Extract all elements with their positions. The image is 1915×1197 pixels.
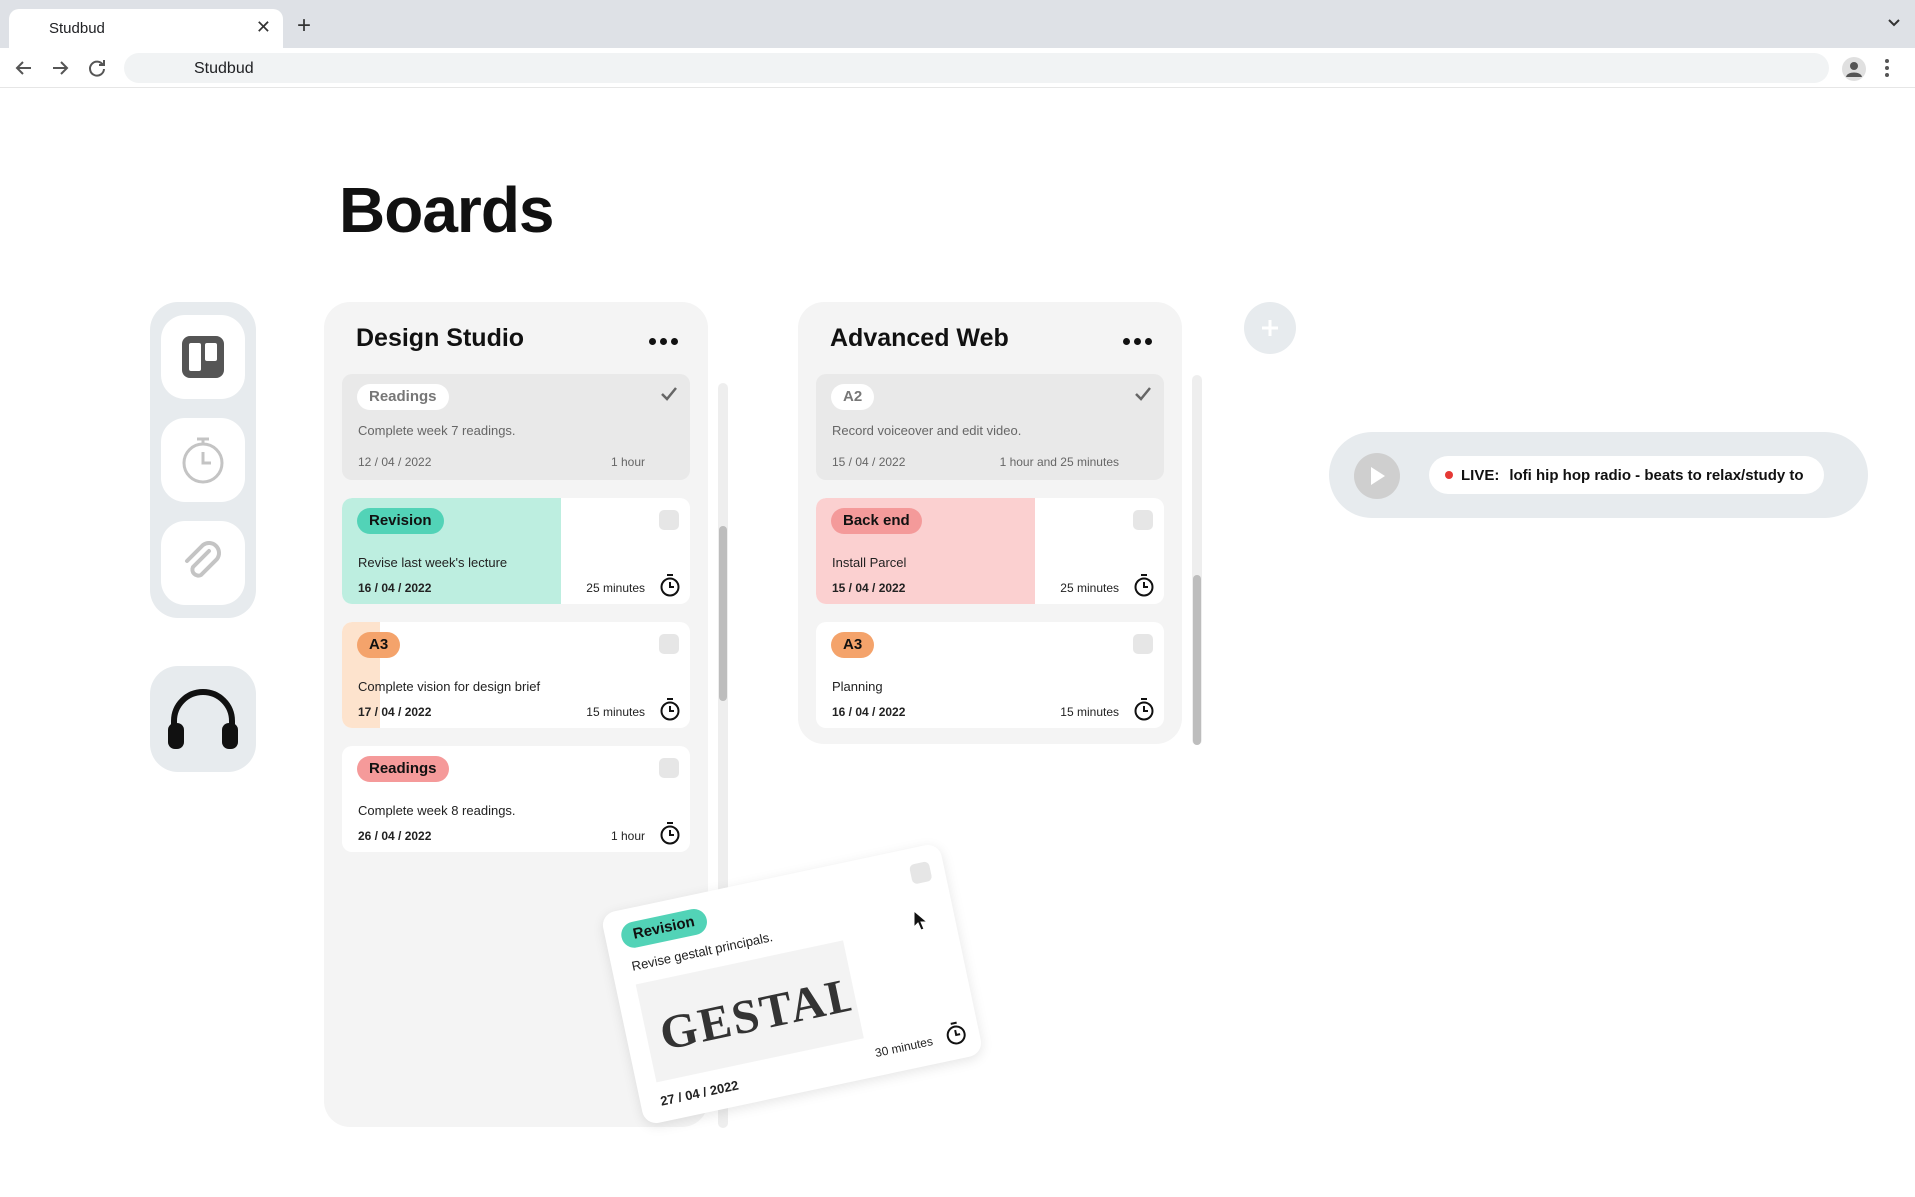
task-date: 12 / 04 / 2022 <box>358 455 432 469</box>
address-text: Studbud <box>194 60 254 77</box>
task-card[interactable]: Revision Revise last week's lecture 16 /… <box>342 498 690 604</box>
sidebar-item-timer[interactable] <box>161 418 245 502</box>
task-duration: 1 hour and 25 minutes <box>999 455 1119 469</box>
live-stream-pill[interactable]: LIVE: lofi hip hop radio - beats to rela… <box>1429 456 1824 494</box>
profile-avatar-icon[interactable] <box>1842 57 1866 81</box>
browser-tab[interactable]: Studbud ✕ <box>9 9 283 48</box>
new-tab-button[interactable]: + <box>297 14 311 38</box>
task-duration: 25 minutes <box>586 581 645 595</box>
reload-icon[interactable] <box>86 57 108 79</box>
sidebar-item-boards[interactable] <box>161 315 245 399</box>
task-tag: Readings <box>357 756 449 782</box>
task-tag: A2 <box>831 384 875 410</box>
task-checkbox[interactable] <box>1133 510 1153 530</box>
sidebar-item-resources[interactable] <box>161 521 245 605</box>
tab-search-chevron-icon[interactable] <box>1887 18 1901 28</box>
task-duration: 30 minutes <box>873 1034 935 1061</box>
check-icon[interactable] <box>1134 386 1152 402</box>
task-description: Complete vision for design brief <box>358 679 541 694</box>
task-duration: 1 hour <box>610 829 645 843</box>
task-date: 26 / 04 / 2022 <box>358 829 432 843</box>
task-duration: 1 hour <box>610 455 645 469</box>
stopwatch-icon[interactable] <box>659 697 681 721</box>
stopwatch-icon[interactable] <box>1133 697 1155 721</box>
live-label: LIVE: <box>1461 466 1500 484</box>
stopwatch-icon <box>182 437 224 484</box>
back-arrow-icon[interactable] <box>13 57 35 79</box>
task-date: 15 / 04 / 2022 <box>832 455 906 469</box>
stopwatch-icon[interactable] <box>659 573 681 597</box>
gestalt-graphic: GESTALT <box>655 961 855 1061</box>
task-description: Install Parcel <box>832 555 907 570</box>
task-duration: 25 minutes <box>1060 581 1119 595</box>
forward-arrow-icon[interactable] <box>49 57 71 79</box>
browser-tabstrip: Studbud ✕ + <box>0 0 1915 48</box>
task-card[interactable]: Back end Install Parcel 15 / 04 / 2022 2… <box>816 498 1164 604</box>
music-toggle-button[interactable] <box>150 666 256 772</box>
task-date: 17 / 04 / 2022 <box>358 705 432 719</box>
stopwatch-icon[interactable] <box>1133 573 1155 597</box>
browser-toolbar: Studbud <box>0 48 1915 88</box>
task-description: Planning <box>832 679 883 694</box>
task-card[interactable]: A3 Complete vision for design brief 17 /… <box>342 622 690 728</box>
task-date: 16 / 04 / 2022 <box>358 581 432 595</box>
stream-title: lofi hip hop radio - beats to relax/stud… <box>1509 466 1804 484</box>
task-card[interactable]: A2 Record voiceover and edit video. 15 /… <box>816 374 1164 480</box>
task-tag: Revision <box>618 906 709 951</box>
tab-close-icon[interactable]: ✕ <box>256 18 271 36</box>
play-button[interactable] <box>1354 453 1400 499</box>
scrollbar-thumb[interactable] <box>719 526 727 701</box>
stopwatch-icon[interactable] <box>943 1019 970 1047</box>
task-description: Record voiceover and edit video. <box>832 423 1022 438</box>
music-player: LIVE: lofi hip hop radio - beats to rela… <box>1329 432 1868 518</box>
task-checkbox[interactable] <box>1133 634 1153 654</box>
paperclip-icon <box>185 541 221 578</box>
task-checkbox[interactable] <box>659 634 679 654</box>
task-card[interactable]: A3 Planning 16 / 04 / 2022 15 minutes <box>816 622 1164 728</box>
plus-icon <box>1262 320 1278 336</box>
task-tag: A3 <box>357 632 401 658</box>
headphones-icon <box>168 689 238 749</box>
browser-menu-icon[interactable] <box>1884 58 1890 78</box>
task-description: Complete week 8 readings. <box>358 803 516 818</box>
task-card[interactable]: Readings Complete week 7 readings. 12 / … <box>342 374 690 480</box>
board-menu-icon[interactable] <box>649 338 678 345</box>
kanban-icon <box>182 336 224 378</box>
board-scrollbar[interactable] <box>1192 375 1202 745</box>
task-checkbox[interactable] <box>908 860 933 885</box>
task-description: Revise last week's lecture <box>358 555 508 570</box>
board-advanced-web: Advanced Web A2 Record voiceover and edi… <box>798 302 1182 744</box>
task-date: 15 / 04 / 2022 <box>832 581 906 595</box>
task-tag: Back end <box>831 508 922 534</box>
task-description: Complete week 7 readings. <box>358 423 516 438</box>
sidebar-nav <box>150 302 256 618</box>
task-date: 27 / 04 / 2022 <box>658 1077 740 1109</box>
task-checkbox[interactable] <box>659 758 679 778</box>
page-title: Boards <box>339 174 554 246</box>
board-title: Design Studio <box>356 324 525 352</box>
task-date: 16 / 04 / 2022 <box>832 705 906 719</box>
play-icon <box>1371 467 1385 485</box>
check-icon[interactable] <box>660 386 678 402</box>
add-board-button[interactable] <box>1244 302 1296 354</box>
board-menu-icon[interactable] <box>1123 338 1152 345</box>
scrollbar-thumb[interactable] <box>1193 575 1201 745</box>
live-dot-icon <box>1445 471 1453 479</box>
task-tag: A3 <box>831 632 875 658</box>
task-card[interactable]: Readings Complete week 8 readings. 26 / … <box>342 746 690 852</box>
task-duration: 15 minutes <box>586 705 645 719</box>
stopwatch-icon[interactable] <box>659 821 681 845</box>
mouse-cursor-icon <box>913 910 929 931</box>
board-title: Advanced Web <box>830 324 1009 352</box>
tab-title: Studbud <box>49 20 105 37</box>
image-word: GESTALT <box>655 961 855 1061</box>
address-bar[interactable]: Studbud <box>124 53 1829 83</box>
task-tag: Revision <box>357 508 444 534</box>
task-checkbox[interactable] <box>659 510 679 530</box>
task-tag: Readings <box>357 384 449 410</box>
task-duration: 15 minutes <box>1060 705 1119 719</box>
